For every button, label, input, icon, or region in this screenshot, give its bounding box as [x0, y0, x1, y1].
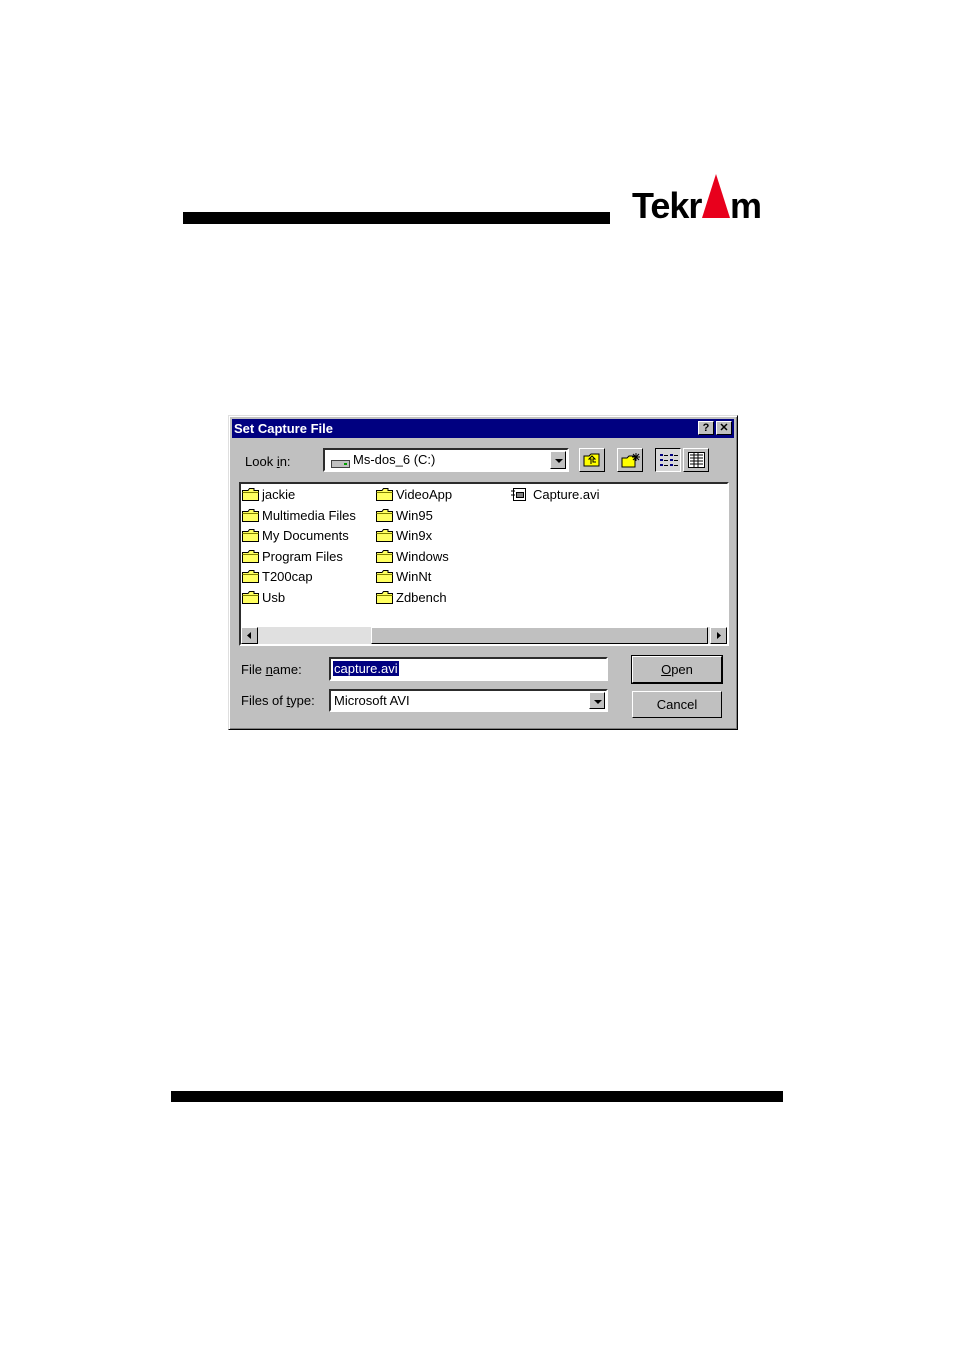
list-item-label: WinNt [396, 569, 432, 584]
folder-icon [242, 590, 259, 604]
list-item[interactable]: Windows [376, 548, 449, 565]
hard-drive-icon [331, 456, 351, 474]
file-list-view[interactable]: jackie Multimedia Files My Documents Progra… [239, 482, 729, 646]
list-item-label: Zdbench [396, 589, 447, 605]
set-capture-file-dialog: Set Capture File ? ✕ Look in: Ms-dos_6 (… [228, 415, 738, 730]
list-item-label: Program Files [262, 548, 343, 564]
list-item-label: Win9x [396, 528, 433, 543]
close-button[interactable]: ✕ [716, 421, 732, 435]
video-file-icon [511, 487, 531, 502]
list-item-label: jackie [262, 487, 296, 502]
list-item[interactable]: VideoApp [376, 486, 452, 503]
folder-icon [242, 508, 259, 522]
list-item[interactable]: WinNt [376, 568, 431, 585]
up-folder-icon [583, 452, 601, 473]
look-in-label: Look in: [245, 454, 291, 469]
scroll-right-button[interactable] [710, 627, 727, 644]
folder-icon [376, 508, 393, 522]
create-new-folder-button[interactable] [617, 448, 643, 472]
list-item[interactable]: Zdbench [376, 589, 447, 606]
cancel-button[interactable]: Cancel [632, 691, 722, 718]
folder-icon [376, 590, 393, 604]
list-item-label: Windows [396, 548, 449, 564]
footer-rule [171, 1091, 783, 1102]
look-in-dropdown-arrow[interactable] [550, 451, 566, 469]
list-item[interactable]: Program Files [242, 548, 343, 565]
scroll-thumb[interactable] [371, 627, 708, 644]
details-view-icon [688, 452, 706, 474]
tekram-logo: Tekr m [632, 172, 764, 226]
list-view-button[interactable] [655, 448, 681, 472]
files-of-type-dropdown-arrow[interactable] [589, 692, 605, 709]
list-item[interactable]: Capture.avi [511, 486, 599, 503]
list-item-label: T200cap [262, 569, 313, 584]
new-folder-icon [621, 452, 641, 473]
file-name-input[interactable]: capture.avi [329, 657, 608, 681]
folder-icon [242, 570, 259, 584]
list-item[interactable]: T200cap [242, 568, 313, 585]
list-item-label: My Documents [262, 528, 349, 543]
folder-icon [242, 529, 259, 543]
list-item-label: Capture.avi [533, 487, 600, 502]
list-item[interactable]: My Documents [242, 527, 349, 544]
list-item[interactable]: Multimedia Files [242, 507, 356, 524]
files-of-type-combobox[interactable]: Microsoft AVI [329, 689, 608, 712]
list-view-icon [659, 453, 679, 472]
title-bar: Set Capture File ? ✕ [232, 419, 734, 438]
look-in-combobox[interactable]: Ms-dos_6 (C:) [323, 448, 569, 472]
folder-icon [376, 529, 393, 543]
help-button[interactable]: ? [698, 421, 714, 435]
horizontal-scrollbar[interactable] [241, 627, 727, 644]
files-of-type-value: Microsoft AVI [334, 693, 410, 708]
svg-text:Tekr: Tekr [632, 185, 702, 224]
list-item-label: VideoApp [396, 487, 453, 502]
folder-icon [242, 488, 259, 502]
file-name-label: File name: [241, 662, 302, 677]
header-rule [183, 212, 610, 224]
list-item[interactable]: Usb [242, 589, 285, 606]
svg-text:m: m [730, 185, 762, 224]
folder-icon [376, 570, 393, 584]
up-one-level-button[interactable] [579, 448, 605, 472]
file-name-value: capture.avi [333, 661, 399, 676]
dialog-title: Set Capture File [234, 421, 333, 436]
folder-icon [376, 488, 393, 502]
folder-icon [376, 549, 393, 563]
list-item[interactable]: Win95 [376, 507, 433, 524]
list-item-label: Win95 [396, 507, 433, 523]
files-of-type-label: Files of type: [241, 693, 315, 708]
scroll-left-button[interactable] [241, 627, 258, 644]
folder-icon [242, 549, 259, 563]
open-button[interactable]: Open [631, 655, 723, 684]
list-item-label: Multimedia Files [262, 507, 356, 523]
list-item-label: Usb [262, 589, 286, 605]
look-in-value: Ms-dos_6 (C:) [353, 452, 436, 467]
list-item[interactable]: jackie [242, 486, 295, 503]
details-view-button[interactable] [683, 448, 709, 472]
list-item[interactable]: Win9x [376, 527, 432, 544]
